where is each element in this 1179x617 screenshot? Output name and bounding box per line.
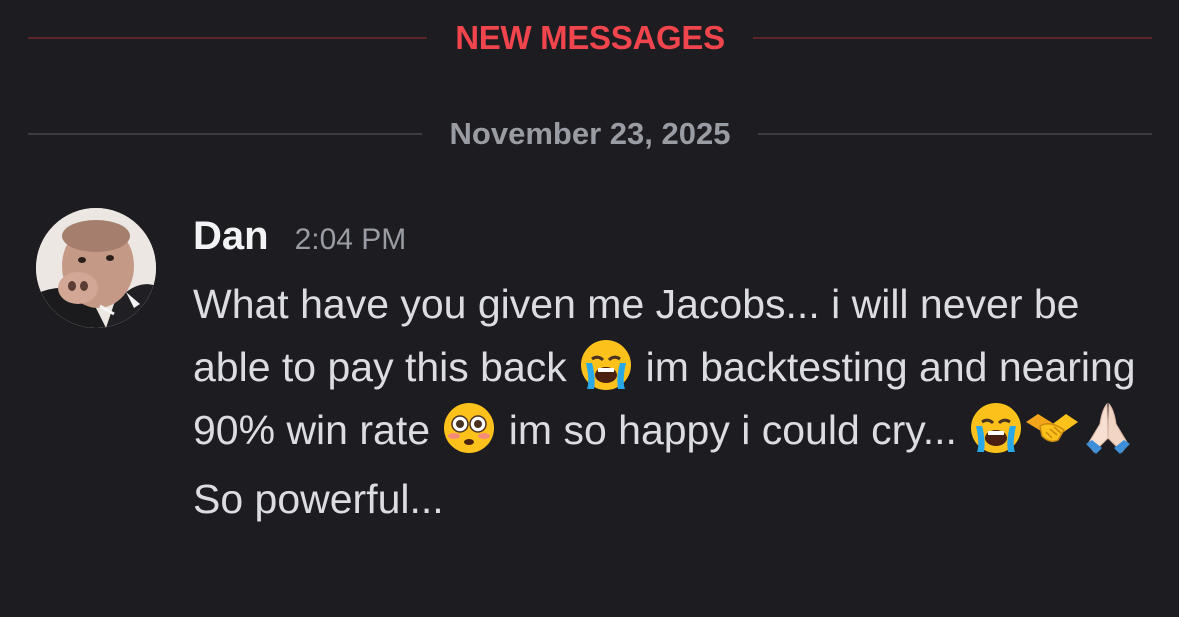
- flushed-face-icon: [441, 400, 497, 456]
- message-text: im so happy i could cry...: [497, 407, 969, 453]
- pig-avatar-icon[interactable]: [36, 208, 156, 328]
- message-header: Dan 2:04 PM: [193, 214, 1153, 270]
- message-second-line: So powerful...: [193, 476, 444, 522]
- divider-line: [28, 133, 422, 135]
- author-name[interactable]: Dan: [193, 214, 269, 259]
- date-divider: November 23, 2025: [28, 114, 1152, 154]
- loudly-crying-face-icon: [968, 400, 1024, 456]
- message-timestamp: 2:04 PM: [294, 223, 407, 256]
- date-label: November 23, 2025: [449, 116, 731, 151]
- divider-line: [28, 37, 428, 39]
- divider-line: [758, 133, 1152, 135]
- new-messages-label: NEW MESSAGES: [455, 19, 725, 56]
- divider-line: [752, 37, 1153, 39]
- new-messages-divider: NEW MESSAGES: [28, 18, 1153, 58]
- loudly-crying-face-icon: [578, 337, 634, 393]
- folded-hands-icon: [1080, 400, 1136, 456]
- handshake-icon: [1024, 400, 1080, 456]
- message-content: What have you given me Jacobs... i will …: [193, 273, 1153, 462]
- message[interactable]: Dan 2:04 PM What have you given me Jacob…: [193, 214, 1153, 531]
- chat-view: NEW MESSAGES November 23, 2025 Dan 2:04 …: [0, 0, 1179, 617]
